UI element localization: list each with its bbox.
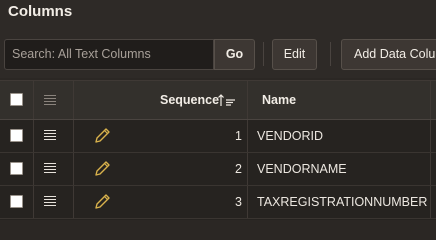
sort-ascending-icon[interactable] [218, 94, 236, 106]
go-button[interactable]: Go [214, 39, 255, 70]
grid-header-row: Sequence Name [0, 81, 436, 120]
pencil-icon[interactable] [92, 192, 112, 212]
name-cell: VENDORID [257, 129, 323, 143]
edit-button[interactable]: Edit [272, 39, 317, 70]
sequence-cell: 1 [235, 129, 242, 143]
hamburger-icon[interactable] [44, 130, 56, 142]
sequence-cell: 2 [235, 162, 242, 176]
add-data-column-button[interactable]: Add Data Colur [341, 39, 436, 70]
row-checkbox[interactable] [10, 162, 23, 175]
toolbar-divider [330, 42, 331, 66]
hamburger-icon[interactable] [44, 163, 56, 175]
table-row: 2 VENDORNAME [0, 153, 436, 186]
sequence-cell: 3 [235, 195, 242, 209]
search-input[interactable]: Search: All Text Columns [4, 39, 214, 70]
column-header-name[interactable]: Name [262, 81, 296, 119]
row-checkbox[interactable] [10, 129, 23, 142]
table-row: 1 VENDORID [0, 120, 436, 153]
region-title: Columns [8, 3, 73, 20]
pencil-icon[interactable] [92, 126, 112, 146]
name-cell: TAXREGISTRATIONNUMBER [257, 195, 428, 209]
hamburger-icon [44, 95, 56, 107]
toolbar: Search: All Text Columns Go Edit Add Dat… [0, 26, 436, 78]
column-header-sequence[interactable]: Sequence [160, 81, 219, 119]
region-header: Columns [0, 0, 436, 26]
hamburger-icon[interactable] [44, 196, 56, 208]
table-row: 3 TAXREGISTRATIONNUMBER [0, 186, 436, 219]
name-cell: VENDORNAME [257, 162, 347, 176]
toolbar-divider [263, 42, 264, 66]
select-all-checkbox[interactable] [10, 93, 23, 106]
columns-grid: Sequence Name 1 VENDORID 2 VENDORNAME 3 … [0, 80, 436, 220]
pencil-icon[interactable] [92, 159, 112, 179]
row-checkbox[interactable] [10, 195, 23, 208]
